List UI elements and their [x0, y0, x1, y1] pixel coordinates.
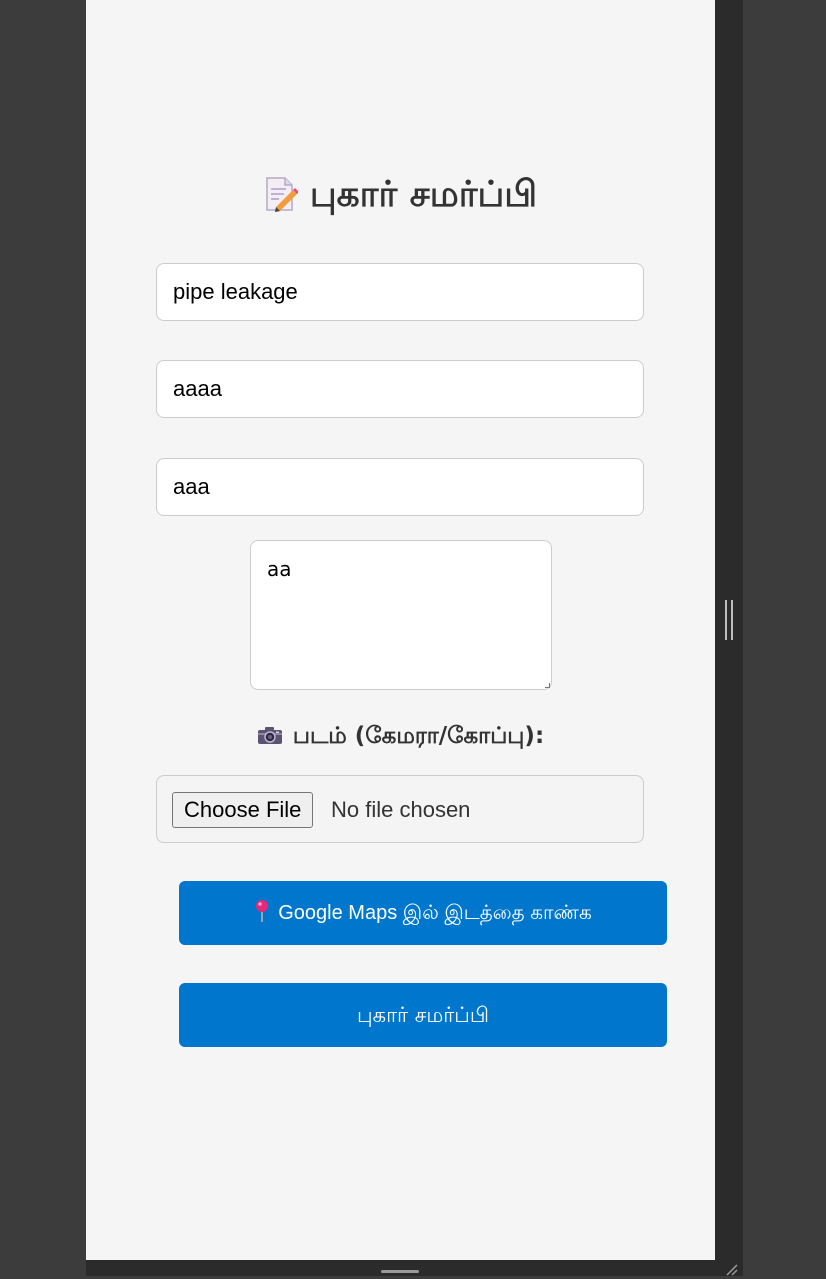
google-maps-button-label: Google Maps இல் இடத்தை காண்க [278, 902, 592, 924]
file-status-text: No file chosen [331, 797, 471, 822]
bottom-drag-handle[interactable] [381, 1270, 419, 1273]
resize-grip-icon[interactable] [724, 1262, 738, 1276]
photo-label-text: படம் (கேமரா/கோப்பு): [292, 723, 545, 749]
photo-label: படம் (கேமரா/கோப்பு): [86, 718, 715, 754]
submit-button-label: புகார் சமர்ப்பி [357, 1003, 489, 1027]
description-textarea[interactable]: aa [250, 540, 552, 690]
google-maps-button[interactable]: Google Maps இல் இடத்தை காண்க [179, 881, 667, 945]
bottom-bar [86, 1260, 743, 1276]
photo-file-input[interactable]: Choose File No file chosen [156, 775, 644, 843]
page-title-text: புகார் சமர்ப்பி [309, 174, 538, 215]
textarea-resize-handle[interactable] [545, 683, 550, 688]
camera-icon [257, 720, 283, 744]
pane-splitter[interactable] [725, 600, 733, 640]
title-input[interactable] [156, 263, 644, 321]
page-title: புகார் சமர்ப்பி [86, 170, 715, 220]
round-pushpin-icon [254, 885, 270, 922]
memo-icon [264, 176, 299, 212]
name-input[interactable] [156, 360, 644, 418]
location-input[interactable] [156, 458, 644, 516]
submit-complaint-button[interactable]: புகார் சமர்ப்பி [179, 983, 667, 1047]
choose-file-button[interactable]: Choose File [172, 792, 314, 828]
